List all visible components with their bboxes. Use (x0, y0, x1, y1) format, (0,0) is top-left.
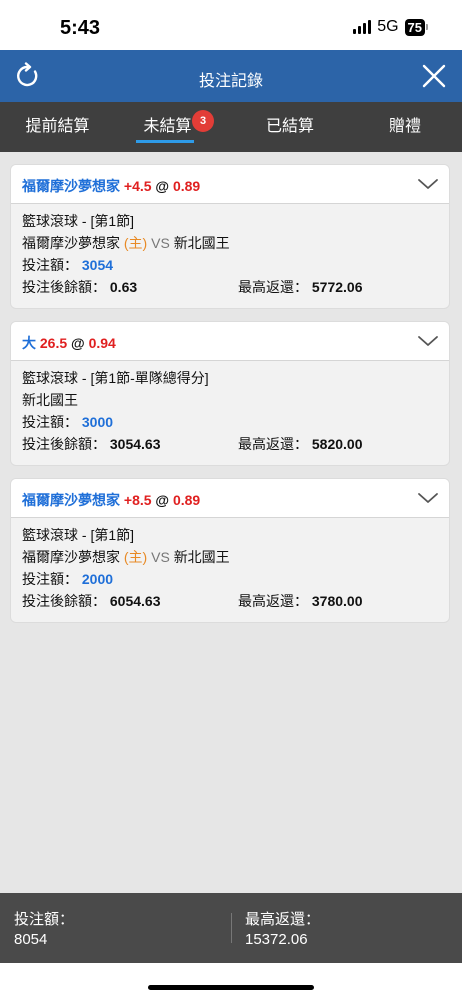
bet-card-body: 籃球滾球 - [第1節-單隊總得分] 新北國王 投注額： 3000 投注後餘額：… (11, 361, 449, 455)
bet-card-body: 籃球滾球 - [第1節] 福爾摩沙夢想家 (主) VS 新北國王 投注額： 30… (11, 204, 449, 298)
tab-gifts[interactable]: 贈禮 (360, 102, 450, 152)
total-stake-label: 投注額： (14, 911, 75, 928)
unsettled-count-badge: 3 (192, 110, 214, 132)
bet-balance-row: 投注後餘額： 0.63 最高返還： 5772.06 (22, 276, 438, 298)
match-away-team: 新北國王 (173, 235, 230, 251)
chevron-down-icon[interactable] (417, 488, 439, 508)
bet-selection: 大 26.5 @ 0.94 (22, 333, 116, 353)
selection-line: +8.5 (123, 492, 152, 508)
bet-stake-row: 投注額： 2000 (22, 568, 438, 590)
home-indicator[interactable] (148, 985, 314, 990)
total-stake-value: 8054 (14, 931, 48, 948)
selection-line: 26.5 (39, 335, 68, 351)
balance-label: 投注後餘額： (22, 436, 106, 452)
stake-label: 投注額： (22, 414, 78, 430)
match-away-team: 新北國王 (173, 549, 230, 565)
bet-match: 福爾摩沙夢想家 (主) VS 新北國王 (22, 546, 438, 568)
bet-card-body: 籃球滾球 - [第1節] 福爾摩沙夢想家 (主) VS 新北國王 投注額： 20… (11, 518, 449, 612)
at-symbol: @ (71, 335, 85, 351)
totals-footer: 投注額： 8054 最高返還： 15372.06 (0, 893, 462, 963)
selection-odds: 0.89 (172, 492, 201, 508)
bet-card-header[interactable]: 福爾摩沙夢想家 +4.5 @ 0.89 (11, 165, 449, 204)
vs-label: VS (151, 549, 170, 565)
app-header: 投注記錄 (0, 50, 462, 102)
max-return-label: 最高返還： (238, 593, 308, 609)
bet-card-header[interactable]: 福爾摩沙夢想家 +8.5 @ 0.89 (11, 479, 449, 518)
bet-card-header[interactable]: 大 26.5 @ 0.94 (11, 322, 449, 361)
match-home-team: 福爾摩沙夢想家 (22, 235, 120, 251)
max-return: 最高返還： 3780.00 (238, 590, 363, 612)
tab-settled[interactable]: 已結算 (240, 102, 340, 152)
battery-icon: 75 (404, 18, 428, 36)
bet-team: 新北國王 (22, 392, 78, 408)
max-return-label: 最高返還： (238, 279, 308, 295)
close-icon (422, 64, 446, 88)
total-stake: 投注額： 8054 (14, 910, 74, 950)
vs-label: VS (151, 235, 170, 251)
battery-level: 75 (404, 18, 425, 36)
bet-match: 福爾摩沙夢想家 (主) VS 新北國王 (22, 232, 438, 254)
bet-card: 福爾摩沙夢想家 +8.5 @ 0.89 籃球滾球 - [第1節] 福爾摩沙夢想家… (10, 478, 450, 623)
status-time: 5:43 (60, 17, 101, 39)
tab-bar: 提前結算 未結算 3 已結算 贈禮 (0, 102, 462, 152)
bet-market: 籃球滾球 - [第1節] (22, 213, 135, 229)
balance-label: 投注後餘額： (22, 279, 106, 295)
balance-label: 投注後餘額： (22, 593, 106, 609)
bet-market: 籃球滾球 - [第1節-單隊總得分] (22, 370, 209, 386)
selection-team: 大 (22, 335, 36, 351)
tab-early-settle[interactable]: 提前結算 (0, 102, 115, 152)
balance-value: 3054.63 (109, 436, 161, 452)
selection-team: 福爾摩沙夢想家 (22, 178, 120, 194)
home-tag: (主) (123, 235, 148, 251)
chevron-down-icon[interactable] (417, 174, 439, 194)
close-button[interactable] (420, 62, 448, 90)
page-title: 投注記錄 (198, 73, 263, 90)
selection-odds: 0.94 (88, 335, 116, 351)
total-return-label: 最高返還： (245, 911, 321, 928)
network-type: 5G (377, 18, 399, 35)
bet-stake-row: 投注額： 3054 (22, 254, 438, 276)
home-indicator-area (0, 963, 462, 1000)
footer-divider (231, 913, 232, 943)
max-return: 最高返還： 5772.06 (238, 276, 363, 298)
max-return-value: 5820.00 (311, 436, 363, 452)
at-symbol: @ (155, 178, 170, 194)
home-tag: (主) (123, 549, 148, 565)
stake-value: 2000 (81, 571, 114, 587)
selection-odds: 0.89 (172, 178, 201, 194)
max-return-label: 最高返還： (238, 436, 308, 452)
bet-card: 福爾摩沙夢想家 +4.5 @ 0.89 籃球滾球 - [第1節] 福爾摩沙夢想家… (10, 164, 450, 309)
match-home-team: 福爾摩沙夢想家 (22, 549, 120, 565)
status-bar: 5:43 5G 75 (0, 0, 462, 50)
bet-selection: 福爾摩沙夢想家 +4.5 @ 0.89 (22, 176, 200, 196)
selection-line: +4.5 (123, 178, 152, 194)
max-return: 最高返還： 5820.00 (238, 433, 363, 455)
bet-stake-row: 投注額： 3000 (22, 411, 438, 433)
at-symbol: @ (155, 492, 170, 508)
stake-label: 投注額： (22, 257, 78, 273)
bet-market: 籃球滾球 - [第1節] (22, 527, 135, 543)
active-tab-indicator (136, 140, 194, 143)
signal-icon (353, 20, 372, 34)
stake-value: 3000 (81, 414, 114, 430)
stake-value: 3054 (81, 257, 114, 273)
total-return: 最高返還： 15372.06 (245, 910, 320, 950)
chevron-down-icon[interactable] (417, 331, 439, 351)
stake-label: 投注額： (22, 571, 78, 587)
balance-value: 0.63 (109, 279, 138, 295)
total-return-value: 15372.06 (245, 931, 308, 948)
balance-value: 6054.63 (109, 593, 161, 609)
bet-balance-row: 投注後餘額： 6054.63 最高返還： 3780.00 (22, 590, 438, 612)
bet-selection: 福爾摩沙夢想家 +8.5 @ 0.89 (22, 490, 200, 510)
bet-card: 大 26.5 @ 0.94 籃球滾球 - [第1節-單隊總得分] 新北國王 投注… (10, 321, 450, 466)
max-return-value: 3780.00 (311, 593, 363, 609)
selection-team: 福爾摩沙夢想家 (22, 492, 120, 508)
status-indicators: 5G 75 (353, 18, 428, 36)
bet-balance-row: 投注後餘額： 3054.63 最高返還： 5820.00 (22, 433, 438, 455)
max-return-value: 5772.06 (311, 279, 363, 295)
